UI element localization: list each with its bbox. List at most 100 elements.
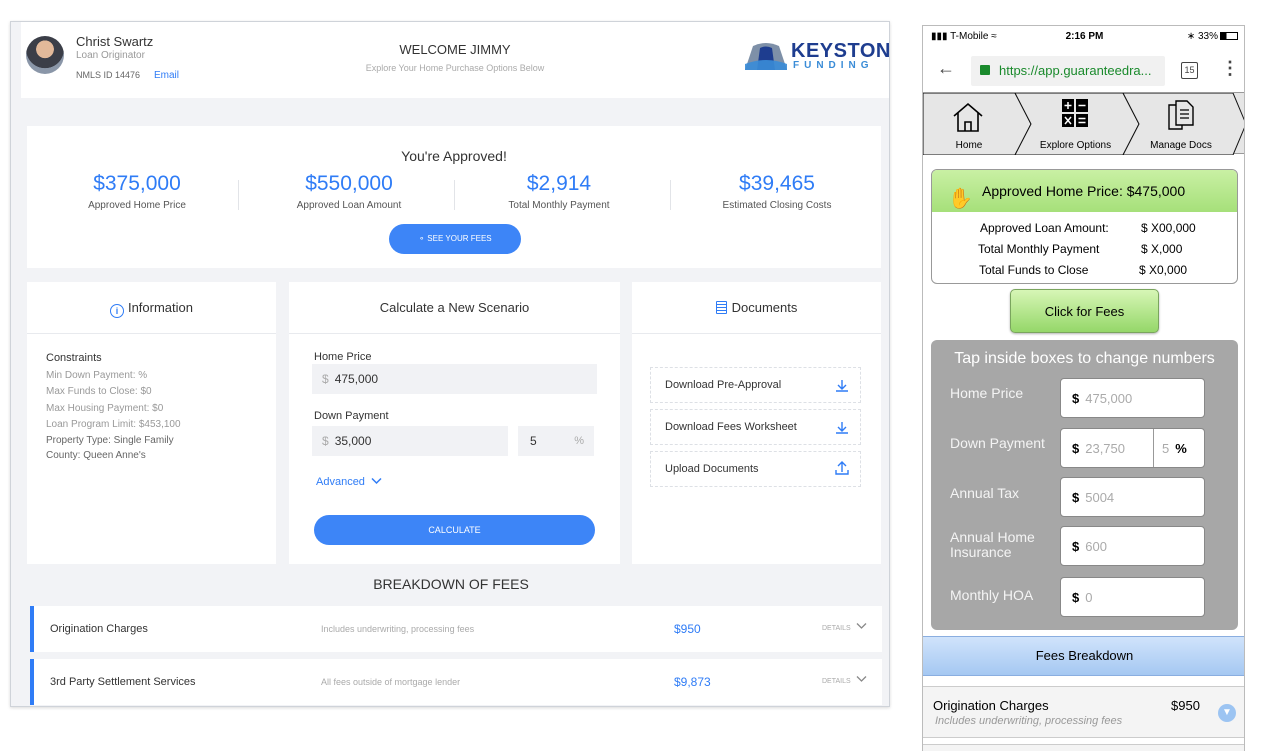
approved-title: You're Approved! <box>401 148 507 164</box>
calculator-instructions: Tap inside boxes to change numbers <box>954 350 1215 367</box>
back-arrow-icon[interactable]: ← <box>937 58 955 79</box>
download-icon <box>836 422 848 434</box>
home-price-input[interactable]: $475,000 <box>312 364 597 394</box>
monthly-hoa-input[interactable]: $0 <box>1060 577 1205 617</box>
tab-count-button[interactable]: 15 <box>1181 62 1198 79</box>
home-price-label: Home Price <box>950 385 1024 401</box>
home-price-input[interactable]: $475,000 <box>1060 378 1205 418</box>
documents-title: Documents <box>731 300 798 315</box>
currency-symbol: $ <box>322 372 329 386</box>
down-payment-percent-input[interactable]: 5 % <box>518 426 594 456</box>
monthly-hoa-value: 0 <box>1085 590 1093 605</box>
mobile-fee-row-origination[interactable]: Origination Charges Includes underwritin… <box>923 686 1244 738</box>
monthly-hoa-label: Monthly HOA <box>950 587 1034 603</box>
constraint-line: Max Housing Payment: $0 <box>46 403 164 414</box>
calculator-card: Calculate a New Scenario Home Price $475… <box>289 282 620 564</box>
down-payment-percent-input[interactable]: 5% <box>1153 429 1205 467</box>
constraint-line: County: Queen Anne's <box>46 450 146 461</box>
approved-row-label: Approved Loan Amount: <box>980 221 1109 235</box>
kebab-menu-icon[interactable]: ⋮ <box>1221 58 1239 79</box>
fee-row-third-party[interactable]: 3rd Party Settlement Services All fees o… <box>30 659 882 705</box>
download-fees-worksheet-button[interactable]: Download Fees Worksheet <box>650 409 861 445</box>
chevron-down-icon <box>371 477 382 485</box>
percent-symbol: % <box>574 435 584 447</box>
annual-tax-value: 5004 <box>1085 490 1115 505</box>
advanced-label: Advanced <box>316 476 365 488</box>
fee-name: Origination Charges <box>50 623 148 635</box>
logo-subtext: FUNDING <box>793 60 874 71</box>
fee-details-toggle[interactable]: DETAILS <box>822 659 867 705</box>
down-payment-value: 35,000 <box>334 434 372 448</box>
annual-tax-label: Annual Tax <box>950 485 1020 501</box>
download-pre-approval-button[interactable]: Download Pre-Approval <box>650 367 861 403</box>
constraint-line: Min Down Payment: % <box>46 370 148 381</box>
approved-row-value: $ X,000 <box>1141 242 1183 256</box>
constraints-title: Constraints <box>46 352 102 364</box>
stat-label: Approved Home Price <box>88 200 186 211</box>
keystone-logo-icon <box>745 43 787 70</box>
fee-name: 3rd Party Settlement Services <box>50 676 196 688</box>
fees-breakdown-header[interactable]: Fees Breakdown <box>923 636 1244 676</box>
url-text: https://app.guaranteedra... <box>999 63 1152 78</box>
down-payment-percent-value: 5 <box>530 434 537 448</box>
documents-header: Documents <box>632 282 881 334</box>
nav-explore-options[interactable]: Explore Options <box>1023 93 1128 155</box>
percent-symbol: % <box>1175 441 1187 456</box>
doc-label: Download Pre-Approval <box>665 379 782 391</box>
stat-value: $375,000 <box>93 172 181 195</box>
nav-manage-docs[interactable]: Manage Docs <box>1131 93 1231 155</box>
doc-label: Download Fees Worksheet <box>665 421 797 433</box>
information-card: i Information Constraints Min Down Paymen… <box>27 282 276 564</box>
advanced-toggle[interactable]: Advanced <box>316 476 382 488</box>
currency-symbol: $ <box>1072 391 1080 406</box>
nav-home[interactable]: Home <box>923 93 1015 155</box>
see-your-fees-button[interactable]: ⚬ SEE YOUR FEES <box>389 224 521 254</box>
stat-total-monthly-payment: $2,914 Total Monthly Payment <box>454 172 664 211</box>
home-icon <box>953 102 983 132</box>
annual-home-insurance-input[interactable]: $600 <box>1060 526 1205 566</box>
currency-symbol: $ <box>322 434 329 448</box>
fee-amount: $950 <box>674 622 701 636</box>
see-your-fees-label: SEE YOUR FEES <box>427 234 492 243</box>
bluetooth-icon: ∗ <box>1186 31 1196 42</box>
approved-row-value: $ X0,000 <box>1139 263 1188 277</box>
mobile-view: ▮▮▮ T-Mobile ≈ 2:16 PM ∗ 33% ← https://a… <box>922 25 1245 751</box>
fee-amount: $950 <box>1171 698 1200 713</box>
details-label: DETAILS <box>822 678 851 685</box>
upload-icon <box>835 461 849 475</box>
breakdown-title: BREAKDOWN OF FEES <box>373 576 529 592</box>
click-for-fees-button[interactable]: Click for Fees <box>1010 289 1159 333</box>
nav-label: Explore Options <box>1039 140 1112 151</box>
home-price-label: Home Price <box>314 351 372 363</box>
approved-summary: You're Approved! $375,000 Approved Home … <box>27 126 881 268</box>
upload-documents-button[interactable]: Upload Documents <box>650 451 861 487</box>
details-label: DETAILS <box>822 625 851 632</box>
down-payment-input[interactable]: $35,000 <box>312 426 508 456</box>
stat-value: $39,465 <box>739 172 815 195</box>
home-price-value: 475,000 <box>1085 391 1133 406</box>
down-payment-input[interactable]: $23,750 5% <box>1060 428 1205 468</box>
currency-symbol: $ <box>1072 539 1080 554</box>
calculate-button[interactable]: CALCULATE <box>314 515 595 545</box>
currency-symbol: $ <box>1072 490 1080 505</box>
fee-description: Includes underwriting, processing fees <box>935 715 1123 727</box>
stat-approved-loan-amount: $550,000 Approved Loan Amount <box>244 172 454 211</box>
information-header: i Information <box>27 282 276 334</box>
chevron-down-icon[interactable]: ▼ <box>1218 704 1236 722</box>
doc-label: Upload Documents <box>665 463 759 475</box>
chevron-down-icon <box>856 623 867 629</box>
down-payment-value: 23,750 <box>1085 441 1125 456</box>
annual-home-insurance-value: 600 <box>1085 539 1107 554</box>
approved-header: ✋ Approved Home Price: $475,000 <box>932 170 1237 212</box>
browser-bar: ← https://app.guaranteedra... 15 ⋮ <box>923 48 1244 92</box>
chevron-down-icon <box>856 676 867 682</box>
fee-details-toggle[interactable]: DETAILS <box>822 606 867 652</box>
mobile-fee-row-next <box>923 744 1244 751</box>
info-icon: i <box>109 304 124 318</box>
annual-tax-input[interactable]: $5004 <box>1060 477 1205 517</box>
ok-hand-icon: ✋ <box>948 188 973 210</box>
fee-row-origination[interactable]: Origination Charges Includes underwritin… <box>30 606 882 652</box>
url-field[interactable]: https://app.guaranteedra... <box>971 56 1165 86</box>
home-price-value: 475,000 <box>334 372 379 386</box>
stat-estimated-closing-costs: $39,465 Estimated Closing Costs <box>672 172 882 211</box>
